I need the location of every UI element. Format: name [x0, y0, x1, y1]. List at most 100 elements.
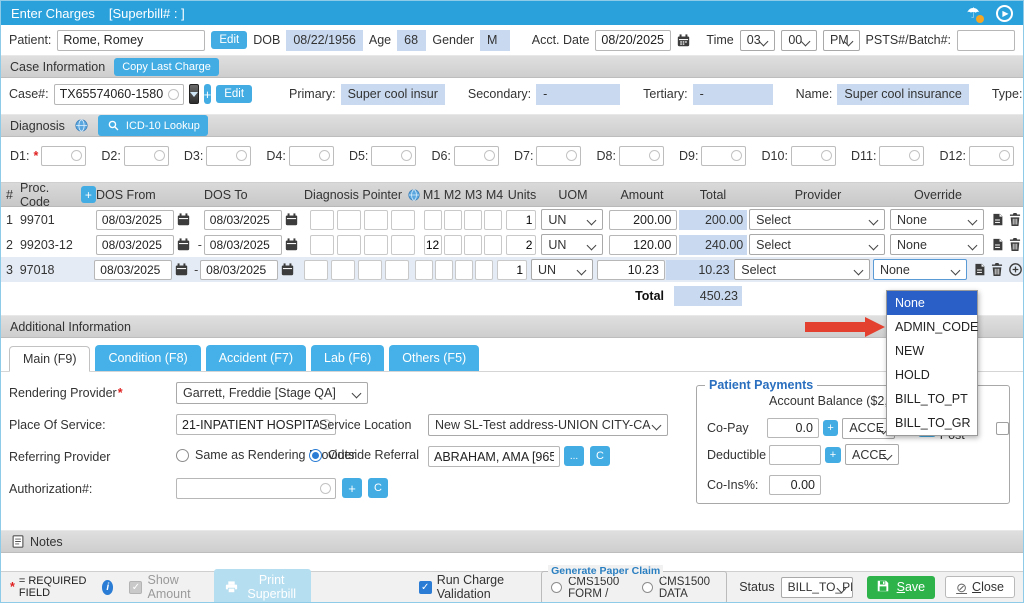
play-icon[interactable]: ▶ [996, 5, 1013, 22]
calendar-icon[interactable] [677, 33, 690, 48]
auto-post-checkbox[interactable] [996, 422, 1009, 435]
deductible-accept-select[interactable]: ACCE [845, 444, 899, 465]
outside-referral-option[interactable]: Outside Referral [309, 448, 419, 462]
tab-main[interactable]: Main (F9) [9, 346, 90, 372]
dos-from-input[interactable] [96, 235, 174, 255]
time-hour-select[interactable]: 03 [740, 30, 776, 51]
patient-edit-button[interactable]: Edit [211, 31, 247, 49]
d5-input[interactable] [371, 146, 416, 166]
d3-input[interactable] [206, 146, 251, 166]
dropdown-option-hold[interactable]: HOLD [887, 363, 977, 387]
service-location-select[interactable]: New SL-Test address-UNION CITY-CA [428, 414, 668, 436]
radio-icon[interactable] [309, 449, 322, 462]
override-select[interactable]: None [873, 259, 967, 280]
m4-box[interactable] [484, 210, 502, 230]
diag-pointer-box[interactable] [331, 260, 355, 280]
batch-input[interactable] [957, 30, 1015, 51]
authorization-clear-button[interactable]: C [368, 478, 388, 498]
m3-box[interactable] [455, 260, 473, 280]
uom-select[interactable]: UN [541, 209, 603, 230]
dos-from-input[interactable] [96, 210, 174, 230]
d1-input[interactable] [41, 146, 86, 166]
tab-others[interactable]: Others (F5) [389, 345, 479, 371]
case-add-button[interactable]: + [204, 84, 212, 104]
run-charge-validation-option[interactable]: ✓ Run Charge Validation [419, 573, 527, 601]
dos-to-input[interactable] [204, 235, 282, 255]
notes-header[interactable]: Notes [1, 530, 1023, 553]
close-button[interactable]: ⊘ Close [945, 576, 1015, 598]
status-select[interactable]: BILL_TO_PR [781, 577, 853, 598]
m2-box[interactable] [444, 235, 462, 255]
cms1500-data-option[interactable]: CMS1500 DATA [642, 576, 717, 600]
tab-lab[interactable]: Lab (F6) [311, 345, 384, 371]
diag-pointer-box[interactable] [337, 210, 361, 230]
case-number-input[interactable] [54, 84, 184, 105]
uom-select[interactable]: UN [531, 259, 593, 280]
authorization-add-button[interactable]: + [342, 478, 362, 498]
tab-accident[interactable]: Accident (F7) [206, 345, 306, 371]
radio-icon[interactable] [642, 582, 653, 593]
calendar-icon[interactable] [280, 262, 295, 277]
dos-to-input[interactable] [200, 260, 278, 280]
dos-to-input[interactable] [204, 210, 282, 230]
m1-box[interactable] [424, 210, 442, 230]
acct-date-input[interactable] [595, 30, 671, 51]
save-button[interactable]: Save [867, 576, 936, 599]
case-edit-button[interactable]: Edit [216, 85, 252, 103]
amount-input[interactable] [597, 260, 665, 280]
radio-icon[interactable] [551, 582, 562, 593]
d6-input[interactable] [454, 146, 499, 166]
diag-pointer-box[interactable] [391, 210, 415, 230]
place-of-service-input[interactable] [176, 414, 336, 435]
calendar-icon[interactable] [174, 262, 189, 277]
diag-pointer-box[interactable] [364, 210, 388, 230]
delete-row-icon[interactable] [990, 262, 1005, 277]
provider-select[interactable]: Select [749, 234, 885, 255]
units-input[interactable] [506, 210, 536, 230]
d12-input[interactable] [969, 146, 1014, 166]
run-validation-checkbox[interactable]: ✓ [419, 581, 432, 594]
d10-input[interactable] [791, 146, 836, 166]
post-charge-icon[interactable] [990, 237, 1005, 252]
override-select[interactable]: None [890, 209, 984, 230]
override-select[interactable]: None [890, 234, 984, 255]
d8-input[interactable] [619, 146, 664, 166]
d11-input[interactable] [879, 146, 924, 166]
units-input[interactable] [506, 235, 536, 255]
diag-pointer-box[interactable] [310, 235, 334, 255]
m3-box[interactable] [464, 235, 482, 255]
dropdown-option-admin-code[interactable]: ADMIN_CODE [887, 315, 977, 339]
units-input[interactable] [497, 260, 527, 280]
d4-input[interactable] [289, 146, 334, 166]
radio-icon[interactable] [176, 449, 189, 462]
copay-add-button[interactable]: + [823, 420, 838, 436]
tab-condition[interactable]: Condition (F8) [95, 345, 200, 371]
d2-input[interactable] [124, 146, 169, 166]
deductible-input[interactable] [769, 445, 821, 465]
dropdown-option-bill-to-gr[interactable]: BILL_TO_GR [887, 411, 977, 435]
d7-input[interactable] [536, 146, 581, 166]
calendar-icon[interactable] [176, 237, 191, 252]
m3-box[interactable] [464, 210, 482, 230]
m1-box[interactable] [415, 260, 433, 280]
provider-select[interactable]: Select [734, 259, 870, 280]
diag-pointer-box[interactable] [391, 235, 415, 255]
time-minute-select[interactable]: 00 [781, 30, 817, 51]
coinsurance-input[interactable] [769, 475, 821, 495]
info-icon[interactable]: i [102, 580, 113, 595]
amount-input[interactable] [609, 235, 677, 255]
m4-box[interactable] [484, 235, 502, 255]
icd10-lookup-button[interactable]: ICD-10 Lookup [98, 115, 208, 136]
authorization-input[interactable] [176, 478, 336, 499]
m1-box[interactable] [424, 235, 442, 255]
cms1500-form-option[interactable]: CMS1500 FORM / [551, 576, 635, 600]
diag-pointer-box[interactable] [385, 260, 409, 280]
case-dropdown-button[interactable] [189, 84, 199, 104]
deductible-add-button[interactable]: + [825, 447, 841, 463]
calendar-icon[interactable] [284, 212, 299, 227]
m4-box[interactable] [475, 260, 493, 280]
m2-box[interactable] [444, 210, 462, 230]
time-ampm-select[interactable]: PM [823, 30, 860, 51]
dropdown-option-none[interactable]: None [887, 291, 977, 315]
uom-select[interactable]: UN [541, 234, 603, 255]
